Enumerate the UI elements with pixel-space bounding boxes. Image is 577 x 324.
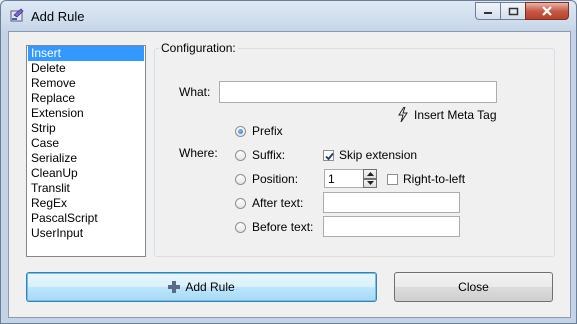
- before-text-label: Before text:: [252, 220, 314, 234]
- after-text-input[interactable]: [323, 192, 460, 213]
- minimize-button[interactable]: [475, 2, 501, 20]
- rules-list[interactable]: Insert Delete Remove Replace Extension S…: [26, 45, 146, 257]
- arrow-up-icon: [366, 171, 374, 176]
- list-item-strip[interactable]: Strip: [28, 121, 144, 136]
- after-text-radio[interactable]: [235, 197, 246, 209]
- position-option[interactable]: Position:: [235, 172, 298, 186]
- skip-extension-option[interactable]: Skip extension: [323, 148, 417, 162]
- add-rule-label: Add Rule: [185, 280, 235, 294]
- position-spinner[interactable]: [363, 169, 377, 188]
- list-item-userinput[interactable]: UserInput: [28, 226, 144, 241]
- prefix-option[interactable]: Prefix: [235, 124, 283, 138]
- what-input[interactable]: [219, 81, 497, 103]
- app-icon: [10, 8, 24, 22]
- insert-meta-tag-link[interactable]: Insert Meta Tag: [397, 107, 497, 122]
- list-item-extension[interactable]: Extension: [28, 106, 144, 121]
- right-to-left-label: Right-to-left: [403, 172, 466, 186]
- spin-down-button[interactable]: [363, 178, 377, 188]
- plus-icon: [168, 281, 181, 293]
- insert-meta-tag-label: Insert Meta Tag: [414, 107, 497, 122]
- list-item-delete[interactable]: Delete: [28, 61, 144, 76]
- list-item-case[interactable]: Case: [28, 136, 144, 151]
- list-item-replace[interactable]: Replace: [28, 91, 144, 106]
- right-to-left-option[interactable]: Right-to-left: [387, 172, 465, 186]
- position-label: Position:: [252, 172, 299, 186]
- list-item-pascalscript[interactable]: PascalScript: [28, 211, 144, 226]
- spin-up-button[interactable]: [363, 169, 377, 179]
- close-button[interactable]: Close: [394, 272, 553, 302]
- add-rule-window: Add Rule Insert Delete Remove Replace Ex…: [0, 0, 577, 324]
- list-item-translit[interactable]: Translit: [28, 181, 144, 196]
- configuration-label: Configuration:: [159, 41, 238, 55]
- skip-extension-checkbox[interactable]: [323, 149, 334, 161]
- before-text-radio[interactable]: [235, 221, 246, 233]
- suffix-label: Suffix:: [252, 148, 286, 162]
- maximize-icon: [508, 7, 518, 15]
- close-icon: [542, 6, 552, 16]
- where-label: Where:: [179, 146, 218, 160]
- prefix-label: Prefix: [252, 124, 283, 138]
- after-text-option[interactable]: After text:: [235, 196, 303, 210]
- title-bar: Add Rule: [1, 1, 576, 31]
- window-title: Add Rule: [31, 9, 85, 24]
- arrow-down-icon: [366, 181, 374, 186]
- list-item-cleanup[interactable]: CleanUp: [28, 166, 144, 181]
- dialog-body: Insert Delete Remove Replace Extension S…: [8, 31, 571, 318]
- add-rule-button[interactable]: Add Rule: [26, 272, 377, 302]
- before-text-option[interactable]: Before text:: [235, 220, 313, 234]
- close-window-button[interactable]: [525, 2, 569, 20]
- lightning-icon: [398, 107, 408, 122]
- skip-extension-label: Skip extension: [339, 148, 418, 162]
- before-text-input[interactable]: [323, 216, 460, 237]
- list-item-regex[interactable]: RegEx: [28, 196, 144, 211]
- suffix-option[interactable]: Suffix:: [235, 148, 285, 162]
- suffix-radio[interactable]: [235, 149, 246, 161]
- list-item-insert[interactable]: Insert: [28, 46, 144, 61]
- list-item-serialize[interactable]: Serialize: [28, 151, 144, 166]
- position-radio[interactable]: [235, 173, 246, 185]
- right-to-left-checkbox[interactable]: [387, 173, 398, 185]
- what-label: What:: [179, 85, 211, 99]
- after-text-label: After text:: [252, 196, 304, 210]
- maximize-button[interactable]: [500, 2, 526, 20]
- minimize-icon: [484, 12, 492, 14]
- list-item-remove[interactable]: Remove: [28, 76, 144, 91]
- prefix-radio[interactable]: [235, 125, 246, 137]
- close-label: Close: [458, 280, 489, 294]
- checkmark-icon: [325, 152, 334, 160]
